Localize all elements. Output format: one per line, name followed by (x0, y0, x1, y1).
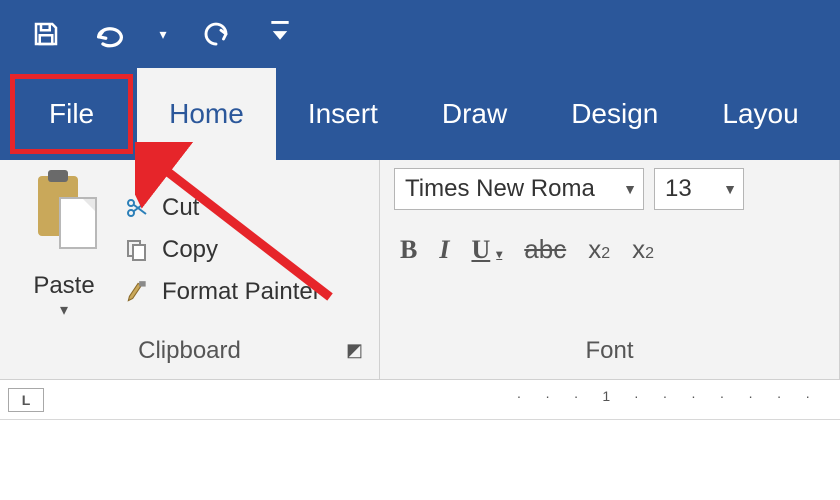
chevron-down-icon: ▼ (723, 181, 737, 197)
paste-dropdown-icon[interactable]: ▾ (14, 300, 114, 320)
underline-label: U (471, 235, 490, 265)
quick-access-toolbar: ▾ (0, 0, 840, 68)
format-painter-button[interactable]: Format Painter (122, 278, 321, 306)
save-icon[interactable] (28, 16, 64, 52)
ribbon: Paste ▾ Cut Copy (0, 160, 840, 380)
superscript-base: x (632, 234, 645, 265)
clipboard-group-label: Clipboard (138, 337, 241, 364)
ribbon-tabs: File Home Insert Draw Design Layou (0, 68, 840, 160)
cut-label: Cut (162, 194, 199, 222)
chevron-down-icon: ▼ (623, 181, 637, 197)
font-family-combo[interactable]: Times New Roma ▼ (394, 168, 644, 210)
group-clipboard: Paste ▾ Cut Copy (0, 160, 380, 379)
undo-more-icon[interactable]: ▾ (156, 16, 170, 52)
tab-file[interactable]: File (10, 74, 133, 154)
tab-home[interactable]: Home (137, 68, 276, 160)
undo-icon[interactable] (92, 16, 128, 52)
superscript-sup: 2 (645, 245, 654, 263)
copy-label: Copy (162, 236, 218, 264)
group-font: Times New Roma ▼ 13 ▼ B I U ▾ abc x2 (380, 160, 840, 379)
paintbrush-icon (122, 279, 152, 305)
italic-button[interactable]: I (439, 235, 449, 265)
subscript-button[interactable]: x2 (588, 234, 610, 265)
tab-draw[interactable]: Draw (410, 68, 539, 160)
customize-qat-icon[interactable] (262, 16, 298, 52)
ruler-tick-1: · · · 1 · · · · · · · (517, 388, 820, 404)
font-size-combo[interactable]: 13 ▼ (654, 168, 744, 210)
tab-selector[interactable]: L (8, 388, 44, 412)
ruler: L · · · 1 · · · · · · · (0, 380, 840, 420)
paste-label: Paste (14, 272, 114, 300)
font-family-value: Times New Roma (405, 175, 595, 203)
tab-insert[interactable]: Insert (276, 68, 410, 160)
copy-button[interactable]: Copy (122, 236, 321, 264)
format-painter-label: Format Painter (162, 278, 321, 306)
font-group-label: Font (585, 337, 633, 364)
tab-design[interactable]: Design (539, 68, 690, 160)
subscript-sub: 2 (601, 245, 610, 263)
strikethrough-button[interactable]: abc (524, 234, 566, 265)
scissors-icon (122, 196, 152, 220)
clipboard-launcher-icon[interactable]: ◩ (346, 340, 363, 361)
chevron-down-icon: ▾ (496, 247, 502, 262)
cut-button[interactable]: Cut (122, 194, 321, 222)
paste-icon (14, 168, 114, 268)
font-size-value: 13 (665, 175, 692, 203)
superscript-button[interactable]: x2 (632, 234, 654, 265)
copy-icon (122, 238, 152, 262)
bold-button[interactable]: B (400, 235, 417, 265)
paste-button[interactable]: Paste ▾ (14, 168, 114, 331)
redo-icon[interactable] (198, 16, 234, 52)
subscript-base: x (588, 234, 601, 265)
underline-button[interactable]: U ▾ (471, 235, 502, 265)
tab-layout[interactable]: Layou (690, 68, 830, 160)
